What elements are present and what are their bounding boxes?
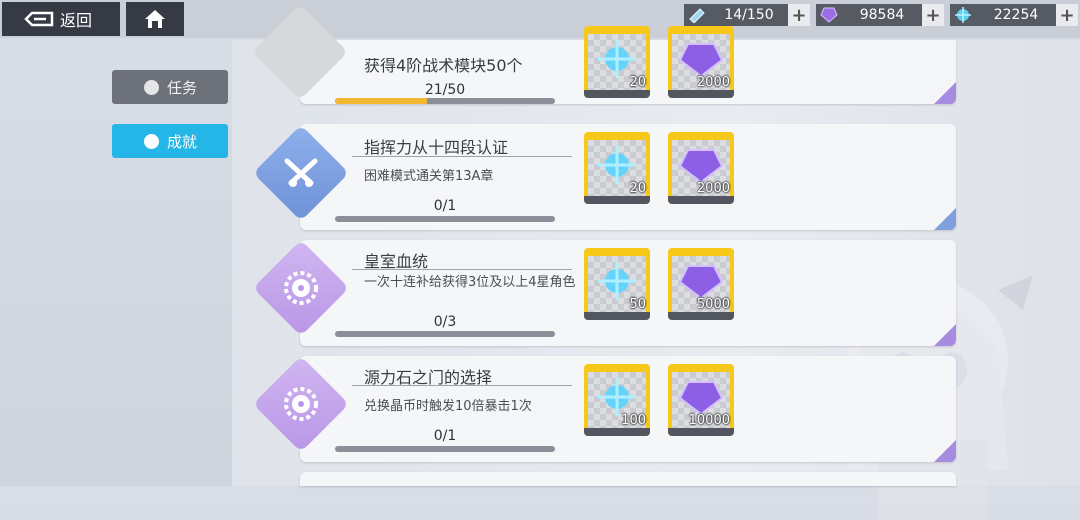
- ticket-icon: [684, 4, 710, 26]
- crystal-value: 98584: [859, 7, 905, 23]
- top-bar: 返回 14/150 + 98584 + 22254 +: [0, 0, 1080, 38]
- crossed-guns-icon: [279, 151, 323, 195]
- progress-bar: [335, 331, 555, 337]
- reward-quantity: 10000: [688, 413, 730, 428]
- tab-achievements-label: 成就: [167, 132, 198, 151]
- achievement-description: 困难模式通关第13A章: [364, 169, 494, 184]
- progress-text: 0/3: [433, 314, 457, 330]
- reward-quantity: 2000: [696, 181, 730, 196]
- ticket-counter: 14/150 +: [684, 4, 810, 26]
- reward-quantity: 50: [629, 297, 646, 312]
- task-tab-icon: [144, 79, 159, 95]
- reward-quantity: 100: [621, 413, 646, 428]
- home-icon: [145, 10, 165, 28]
- achievement-title: 指挥力从十四段认证: [364, 138, 509, 157]
- reward-quantity: 20: [629, 75, 646, 90]
- back-button[interactable]: 返回: [2, 2, 120, 36]
- home-button[interactable]: [126, 2, 184, 36]
- back-arrow-icon: [24, 11, 54, 27]
- card-corner-accent: [934, 324, 956, 346]
- progress-bar: [335, 98, 555, 104]
- progress-bar: [335, 446, 555, 452]
- progress-text: 0/1: [433, 198, 457, 214]
- reward-slot[interactable]: 5000: [668, 248, 734, 320]
- blue-orb-icon: [950, 4, 976, 26]
- achievement-description: 兑换晶币时触发10倍暴击1次: [364, 399, 532, 414]
- clover-gear-icon: [279, 266, 323, 310]
- tab-tasks[interactable]: 任务: [112, 70, 228, 104]
- reward-quantity: 20: [629, 181, 646, 196]
- add-crystal-button[interactable]: +: [922, 4, 944, 26]
- ticket-value: 14/150: [724, 7, 774, 23]
- achievement-title: 获得4阶战术模块50个: [364, 56, 523, 75]
- clover-gear-icon: [279, 382, 323, 426]
- tab-tasks-label: 任务: [167, 78, 198, 97]
- orb-value: 22254: [993, 7, 1039, 23]
- reward-slot[interactable]: 20: [584, 132, 650, 204]
- add-orb-button[interactable]: +: [1056, 4, 1078, 26]
- progress-bar: [335, 216, 555, 222]
- progress-fill: [335, 98, 428, 104]
- back-label: 返回: [60, 11, 93, 30]
- progress-text: 21/50: [424, 82, 466, 98]
- reward-quantity: 2000: [696, 75, 730, 90]
- add-ticket-button[interactable]: +: [788, 4, 810, 26]
- reward-slot[interactable]: 2000: [668, 26, 734, 98]
- reward-slot[interactable]: 100: [584, 364, 650, 436]
- reward-slot[interactable]: 20: [584, 26, 650, 98]
- crystal-counter: 98584 +: [816, 4, 944, 26]
- card-corner-accent: [934, 82, 956, 104]
- card-corner-accent: [934, 440, 956, 462]
- achievement-tab-icon: [144, 133, 159, 149]
- reward-slot[interactable]: 2000: [668, 132, 734, 204]
- orb-counter: 22254 +: [950, 4, 1078, 26]
- achievement-card[interactable]: [300, 472, 956, 486]
- achievement-description: 一次十连补给获得3位及以上4星角色: [364, 275, 576, 290]
- reward-slot[interactable]: 50: [584, 248, 650, 320]
- card-corner-accent: [934, 208, 956, 230]
- reward-quantity: 5000: [696, 297, 730, 312]
- reward-slot[interactable]: 10000: [668, 364, 734, 436]
- progress-text: 0/1: [433, 428, 457, 444]
- purple-crystal-icon: [816, 4, 842, 26]
- tab-achievements[interactable]: 成就: [112, 124, 228, 158]
